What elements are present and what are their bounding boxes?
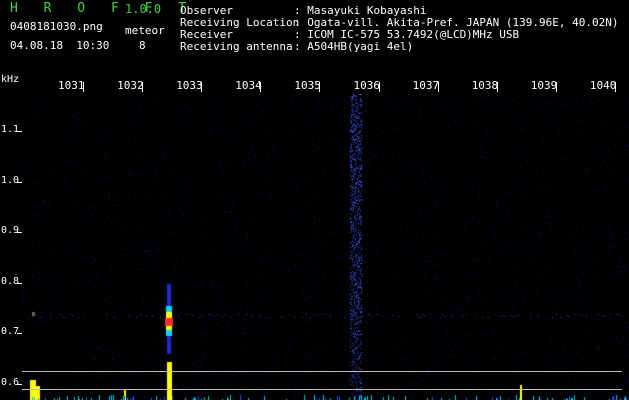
filename-text: 0408181030.png [10, 20, 103, 33]
x-tick-mark-1037 [437, 82, 439, 92]
y-tick-mark-0.7 [17, 333, 22, 334]
y-tick-label-1.0: 1.0 [1, 174, 20, 186]
x-tick-label-1039: 1039 [530, 79, 558, 92]
datetime-text: 04.08.18 10:30 [10, 39, 110, 52]
threshold-line-upper [22, 371, 622, 372]
x-tick-mark-1033 [201, 82, 203, 92]
x-tick-label-1033: 1033 [176, 79, 203, 92]
info-value-antenna: : A504HB(yagi 4el) [294, 40, 414, 53]
app-title: H R O F F T [10, 1, 196, 16]
x-tick-label-1034: 1034 [235, 79, 262, 92]
meteor-count: 8 [139, 39, 146, 52]
threshold-line-lower [22, 389, 622, 390]
spectrogram-window: H R O F F T 1.0.0 0408181030.png meteor … [0, 0, 629, 400]
x-tick-mark-1036 [378, 82, 380, 92]
x-tick-label-1037: 1037 [412, 79, 440, 92]
x-tick-mark-1039 [555, 82, 557, 92]
spectrogram-plot [22, 94, 629, 400]
x-tick-label-1038: 1038 [471, 79, 499, 92]
x-tick-label-1036: 1036 [353, 79, 381, 92]
y-tick-mark-1.1 [17, 131, 22, 132]
x-tick-mark-1031 [83, 82, 84, 92]
meteor-label: meteor [125, 24, 165, 37]
x-tick-mark-1034 [260, 82, 262, 92]
x-tick-mark-1038 [496, 82, 498, 92]
x-tick-label-1032: 1032 [117, 79, 144, 92]
y-tick-mark-1.0 [17, 181, 22, 183]
y-tick-mark-0.8 [17, 282, 22, 284]
y-tick-mark-0.9 [17, 232, 22, 233]
x-tick-mark-1032 [142, 82, 144, 92]
x-tick-mark-1040 [614, 82, 616, 92]
x-tick-label-1031: 1031 [58, 79, 85, 92]
x-tick-mark-1035 [319, 82, 321, 92]
y-tick-mark-0.6 [17, 383, 22, 385]
y-tick-label-0.9: 0.9 [1, 225, 20, 236]
y-tick-label-1.1: 1.1 [1, 124, 20, 135]
y-tick-label-0.6: 0.6 [1, 376, 20, 388]
app-version: 1.0.0 [125, 2, 162, 16]
x-tick-label-1035: 1035 [294, 79, 321, 92]
spectrogram-canvas [22, 94, 629, 400]
x-tick-label-1040: 1040 [589, 79, 617, 92]
info-label-antenna: Receiving antenna [180, 40, 293, 53]
y-tick-label-0.7: 0.7 [1, 326, 20, 337]
khz-axis-label: kHz [1, 74, 20, 85]
y-tick-label-0.8: 0.8 [1, 275, 20, 287]
